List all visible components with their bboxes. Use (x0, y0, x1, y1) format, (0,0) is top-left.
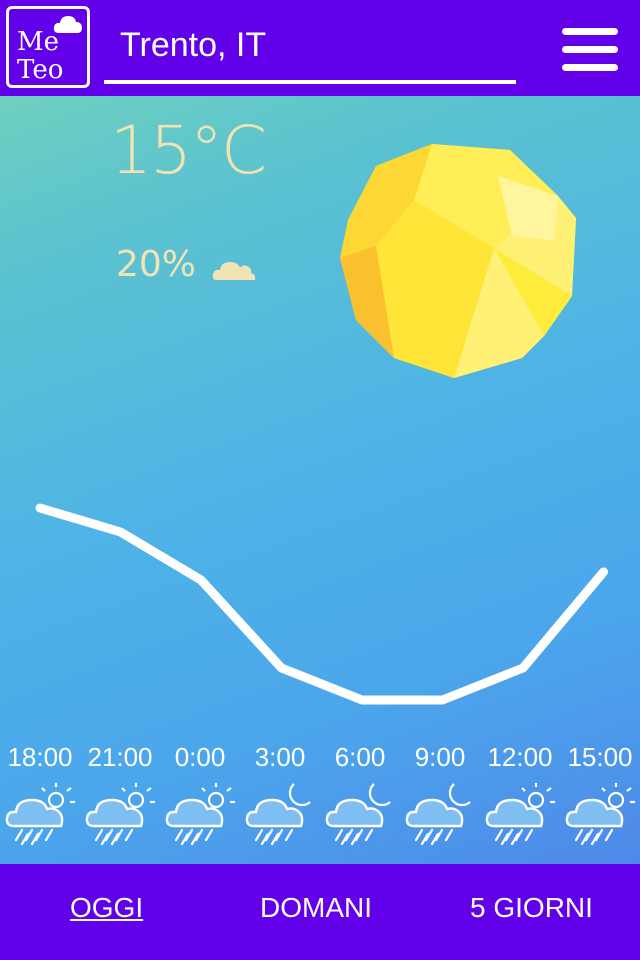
rain-sun-icon (565, 783, 635, 846)
forecast-item: 6:00 (320, 740, 400, 848)
rain-moon-icon (405, 783, 471, 846)
city-underline (104, 80, 516, 84)
forecast-item: 9:00 (400, 740, 480, 848)
forecast-time: 12:00 (487, 742, 553, 772)
top-bar: Me Teo Trento, IT (0, 0, 640, 96)
rain-moon-icon (325, 783, 391, 846)
forecast-time: 21:00 (87, 742, 153, 772)
forecast-time: 0:00 (174, 742, 226, 772)
tab-domani[interactable]: DOMANI (260, 892, 372, 924)
rain-sun-icon (485, 783, 555, 846)
rain-sun-icon (5, 783, 75, 846)
bottom-tab-bar: OGGI DOMANI 5 GIORNI (0, 864, 640, 960)
forecast-item: 18:00 (0, 740, 80, 848)
forecast-item: 0:00 (160, 740, 240, 848)
app-logo[interactable]: Me Teo (6, 6, 90, 88)
forecast-item: 21:00 (80, 740, 160, 848)
tab-oggi[interactable]: OGGI (70, 892, 143, 924)
forecast-item: 12:00 (480, 740, 560, 848)
hamburger-menu-icon[interactable] (562, 28, 618, 72)
rain-sun-icon (165, 783, 235, 846)
forecast-time: 15:00 (567, 742, 633, 772)
cloud-icon (212, 262, 256, 280)
forecast-item: 15:00 (560, 740, 640, 848)
forecast-time: 3:00 (254, 742, 306, 772)
tab-5-giorni[interactable]: 5 GIORNI (470, 892, 593, 924)
precipitation-percent: 20% (116, 244, 197, 285)
sun-icon (340, 144, 576, 378)
hourly-forecast: 18:00 21:00 0:00 3:00 6:00 9:00 12:00 15:00 (0, 740, 640, 860)
temperature-line (35, 503, 608, 705)
forecast-item: 3:00 (240, 740, 320, 848)
rain-moon-icon (245, 783, 311, 846)
logo-text-me: Me (17, 27, 60, 57)
forecast-time: 6:00 (334, 742, 386, 772)
current-temperature: 15°C (110, 112, 267, 189)
forecast-time: 18:00 (7, 742, 73, 772)
forecast-time: 9:00 (414, 742, 466, 772)
rain-sun-icon (85, 783, 155, 846)
temperature-chart (35, 503, 608, 705)
city-name[interactable]: Trento, IT (120, 26, 266, 65)
logo-text-teo: Teo (17, 55, 64, 85)
